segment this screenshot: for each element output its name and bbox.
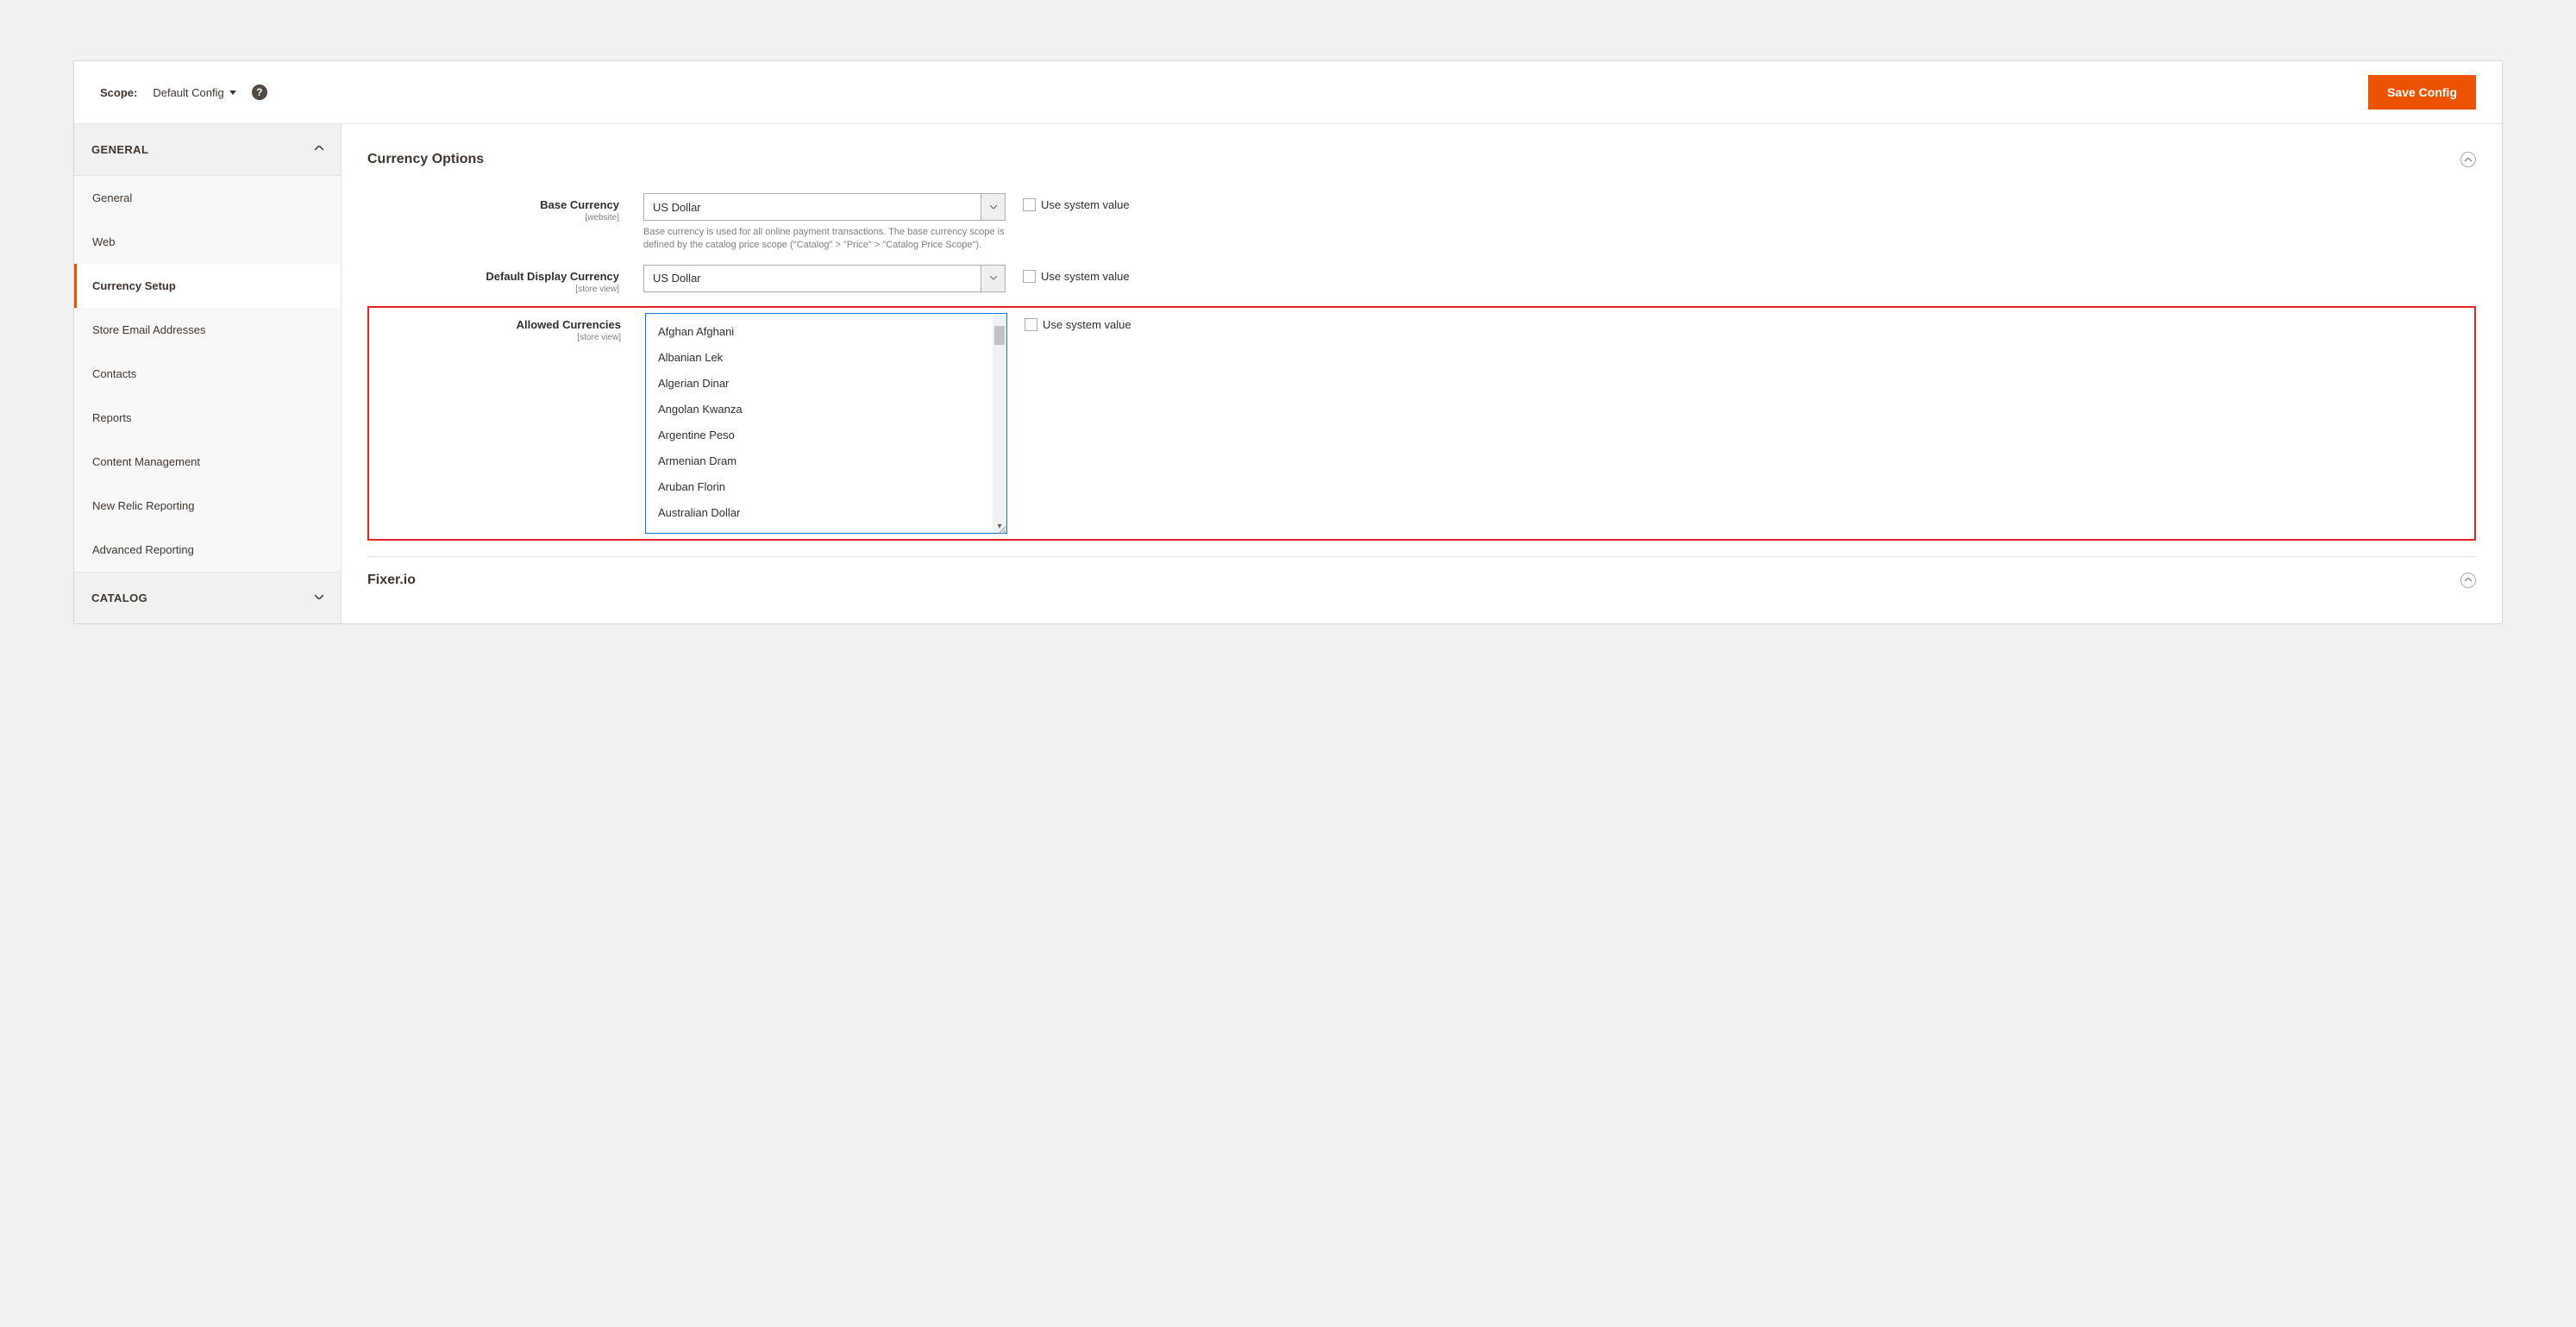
field-control: US Dollar xyxy=(643,265,1006,292)
label-text: Base Currency xyxy=(367,198,619,211)
multiselect-list: Afghan Afghani Albanian Lek Algerian Din… xyxy=(646,314,993,533)
caret-down-icon xyxy=(229,91,236,95)
sidebar-item-contacts[interactable]: Contacts xyxy=(74,352,341,396)
sidebar-group-label: GENERAL xyxy=(91,143,148,156)
scrollbar-thumb[interactable] xyxy=(994,326,1005,345)
scope-label: Scope: xyxy=(100,86,137,99)
field-display-currency: Default Display Currency [store view] US… xyxy=(367,265,2476,294)
multiselect-option[interactable]: Australian Dollar xyxy=(646,500,993,526)
save-config-button[interactable]: Save Config xyxy=(2368,75,2476,110)
select-value: US Dollar xyxy=(644,272,981,285)
sidebar-item-general[interactable]: General xyxy=(74,176,341,220)
field-aux: Use system value xyxy=(1023,193,1130,211)
use-system-label: Use system value xyxy=(1043,318,1131,331)
field-aux: Use system value xyxy=(1025,313,1131,331)
section-title: Fixer.io xyxy=(367,573,416,588)
scope-value: Default Config xyxy=(153,86,223,99)
allowed-currencies-multiselect[interactable]: Afghan Afghani Albanian Lek Algerian Din… xyxy=(645,313,1007,534)
chevron-up-icon xyxy=(315,146,323,154)
use-system-checkbox-display[interactable] xyxy=(1023,270,1036,283)
select-arrow-icon xyxy=(981,194,1005,220)
field-allowed-currencies: Allowed Currencies [store view] Afghan A… xyxy=(369,313,2471,534)
sidebar-item-content-management[interactable]: Content Management xyxy=(74,440,341,484)
base-currency-select[interactable]: US Dollar xyxy=(643,193,1006,221)
multiselect-option[interactable]: Albanian Lek xyxy=(646,345,993,371)
multiselect-option[interactable]: Angolan Kwanza xyxy=(646,397,993,423)
use-system-label: Use system value xyxy=(1041,270,1130,283)
use-system-checkbox-base[interactable] xyxy=(1023,198,1036,211)
field-note: Base currency is used for all online pay… xyxy=(643,226,1006,253)
config-panel: Scope: Default Config ? Save Config GENE… xyxy=(73,60,2503,624)
sidebar: GENERAL General Web Currency Setup Store… xyxy=(74,124,342,623)
sidebar-item-advanced-reporting[interactable]: Advanced Reporting xyxy=(74,528,341,572)
scrollbar[interactable]: ▾ xyxy=(993,314,1006,533)
toolbar-left: Scope: Default Config ? xyxy=(100,85,267,100)
sidebar-item-reports[interactable]: Reports xyxy=(74,396,341,440)
collapse-icon[interactable] xyxy=(2460,573,2476,588)
multiselect-option[interactable]: Afghan Afghani xyxy=(646,319,993,345)
multiselect-option[interactable]: Armenian Dram xyxy=(646,448,993,474)
sidebar-group-catalog[interactable]: CATALOG xyxy=(74,572,341,623)
display-currency-select[interactable]: US Dollar xyxy=(643,265,1006,292)
collapse-icon[interactable] xyxy=(2460,152,2476,167)
label-text: Allowed Currencies xyxy=(369,318,621,331)
multiselect-option[interactable]: Azerbaijani Manat xyxy=(646,527,993,533)
field-label: Allowed Currencies [store view] xyxy=(369,313,645,342)
field-control: Afghan Afghani Albanian Lek Algerian Din… xyxy=(645,313,1007,534)
field-aux: Use system value xyxy=(1023,265,1130,283)
sidebar-item-new-relic[interactable]: New Relic Reporting xyxy=(74,484,341,528)
field-label: Base Currency [website] xyxy=(367,193,643,222)
sidebar-group-label: CATALOG xyxy=(91,592,147,604)
multiselect-option[interactable]: Argentine Peso xyxy=(646,423,993,448)
resize-handle-icon[interactable] xyxy=(997,523,1006,532)
field-control: US Dollar Base currency is used for all … xyxy=(643,193,1006,253)
main-content: Currency Options Base Currency [website]… xyxy=(342,124,2502,623)
scope-hint: [store view] xyxy=(367,285,619,294)
scope-hint: [store view] xyxy=(369,333,621,342)
scope-hint: [website] xyxy=(367,213,619,222)
help-icon[interactable]: ? xyxy=(252,85,267,100)
highlight-allowed-currencies: Allowed Currencies [store view] Afghan A… xyxy=(367,306,2476,541)
sidebar-item-store-email[interactable]: Store Email Addresses xyxy=(74,308,341,352)
use-system-checkbox-allowed[interactable] xyxy=(1025,318,1037,331)
field-base-currency: Base Currency [website] US Dollar Base c… xyxy=(367,193,2476,253)
multiselect-option[interactable]: Algerian Dinar xyxy=(646,371,993,397)
label-text: Default Display Currency xyxy=(367,270,619,283)
select-arrow-icon xyxy=(981,266,1005,291)
sidebar-group-general[interactable]: GENERAL xyxy=(74,124,341,176)
sidebar-item-web[interactable]: Web xyxy=(74,220,341,264)
use-system-label: Use system value xyxy=(1041,198,1130,211)
select-value: US Dollar xyxy=(644,201,981,214)
chevron-down-icon xyxy=(315,594,323,603)
section-header-currency-options[interactable]: Currency Options xyxy=(367,147,2476,193)
section-header-fixer[interactable]: Fixer.io xyxy=(367,557,2476,605)
section-title: Currency Options xyxy=(367,152,484,167)
multiselect-option[interactable]: Aruban Florin xyxy=(646,474,993,500)
toolbar: Scope: Default Config ? Save Config xyxy=(74,61,2502,124)
sidebar-item-currency-setup[interactable]: Currency Setup xyxy=(74,264,341,308)
field-label: Default Display Currency [store view] xyxy=(367,265,643,294)
scope-selector[interactable]: Default Config xyxy=(153,86,235,99)
body-row: GENERAL General Web Currency Setup Store… xyxy=(74,124,2502,623)
